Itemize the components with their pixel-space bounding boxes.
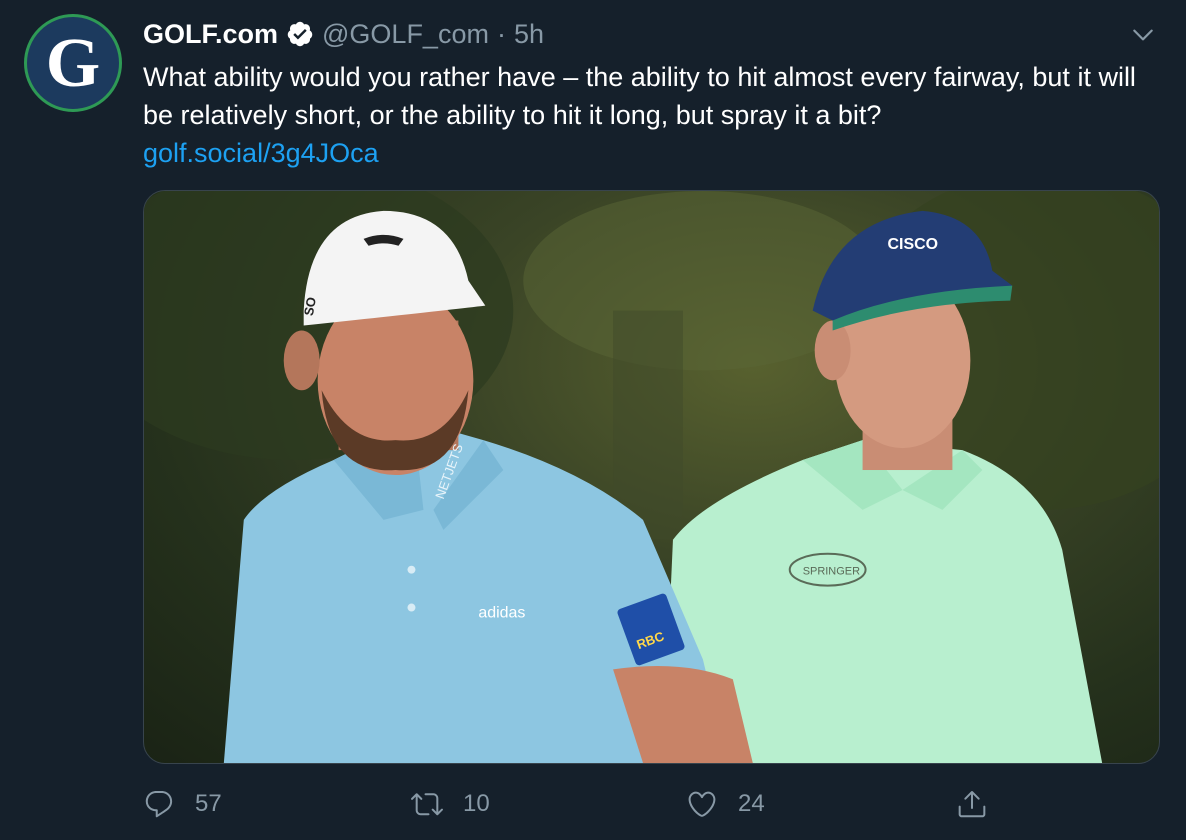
tweet-image[interactable]: CISCO SPRINGER SO NETJETS adidas RBC: [143, 190, 1160, 764]
retweet-button[interactable]: 10: [411, 782, 490, 826]
reply-count: 57: [195, 790, 222, 817]
avatar-letter: G: [45, 25, 101, 102]
separator-dot: ·: [496, 18, 506, 49]
left-cap-logo: SO: [301, 296, 319, 317]
tweet-actions: 57 10 24: [143, 782, 1173, 826]
chevron-down-icon[interactable]: [1130, 22, 1156, 48]
retweet-icon: [411, 793, 443, 816]
reply-button[interactable]: 57: [143, 782, 222, 826]
reply-icon: [145, 790, 173, 818]
share-button[interactable]: [956, 782, 988, 826]
tweet[interactable]: G GOLF.com @GOLF_com · 5h What ability w…: [0, 0, 1186, 840]
avatar[interactable]: G: [24, 14, 122, 112]
share-icon: [958, 791, 986, 818]
like-icon: [688, 791, 716, 817]
retweet-count: 10: [463, 790, 490, 817]
right-cap-logo: CISCO: [888, 236, 939, 253]
tweet-body: What ability would you rather have – the…: [143, 62, 1136, 130]
tweet-link[interactable]: golf.social/3g4JOca: [143, 134, 1163, 172]
verified-badge-icon: [286, 20, 314, 48]
right-chest-logo: SPRINGER: [803, 566, 860, 578]
display-name[interactable]: GOLF.com: [143, 19, 278, 50]
like-count: 24: [738, 790, 765, 817]
handle[interactable]: @GOLF_com: [322, 19, 489, 50]
left-shirt-logo: adidas: [478, 605, 525, 622]
tweet-text: What ability would you rather have – the…: [143, 58, 1163, 172]
like-button[interactable]: 24: [686, 782, 765, 826]
timestamp[interactable]: 5h: [514, 19, 544, 50]
golfers-photo: CISCO SPRINGER SO NETJETS adidas RBC: [144, 191, 1159, 763]
tweet-header: GOLF.com @GOLF_com · 5h: [143, 14, 544, 54]
